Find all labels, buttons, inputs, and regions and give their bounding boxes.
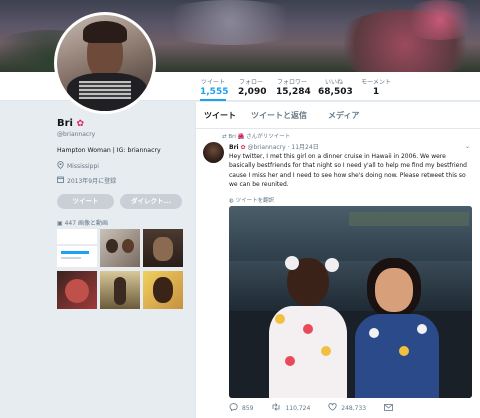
heart-icon (328, 403, 337, 413)
profile-handle[interactable]: @briannacry (57, 131, 187, 138)
reply-action[interactable]: 859 (229, 403, 253, 413)
media-header[interactable]: ▣ 447 画像と動画 (57, 218, 108, 227)
tweet-text: Hey twitter, I met this girl on a dinner… (229, 153, 467, 189)
tab-tweets[interactable]: ツイート (204, 110, 236, 121)
tweet-to-button[interactable]: ツイート (57, 194, 114, 209)
media-thumb[interactable] (100, 229, 140, 267)
stat-value: 15,284 (276, 87, 311, 97)
media-thumb[interactable] (143, 271, 183, 309)
reply-count: 859 (242, 404, 254, 412)
stat-moments[interactable]: モーメント 1 (360, 77, 392, 97)
tweet-date[interactable]: · 11月24日 (288, 144, 319, 151)
tweet-author-name[interactable]: Bri (229, 144, 239, 151)
calendar-icon (57, 176, 64, 185)
joined-text: 2013年9月に登録 (67, 178, 117, 185)
like-action[interactable]: 248,733 (328, 403, 366, 413)
profile-avatar[interactable] (54, 12, 156, 114)
stat-value: 2,090 (238, 87, 267, 97)
tweet-actions: 859 110,724 248,733 (229, 403, 411, 413)
flower-icon: ✿ (76, 119, 85, 129)
stat-label: モーメント (361, 79, 391, 86)
media-thumb[interactable] (57, 229, 97, 267)
globe-icon: ◍ (229, 198, 234, 204)
retweet-action[interactable]: 110,724 (271, 403, 310, 413)
tweet-author-handle[interactable]: @briannacry (247, 144, 285, 151)
translate-tweet-link[interactable]: ◍ ツイートを翻訳 (229, 196, 274, 204)
direct-message-button[interactable]: ダイレクト... (120, 194, 182, 209)
timeline-panel: ツイート ツイートと返信 メディア ⇄ Bri 🌺 さんがリツイート Bri ✿… (195, 102, 480, 418)
stat-following[interactable]: フォロー 2,090 (238, 77, 267, 97)
timeline-tabs: ツイート ツイートと返信 メディア (196, 102, 480, 129)
retweet-context-text: Bri 🌺 さんがリツイート (228, 134, 291, 140)
profile-name: Bri ✿ (57, 118, 187, 129)
stat-value: 1,555 (200, 87, 229, 97)
profile-joined: 2013年9月に登録 (57, 176, 187, 185)
location-text: Mississippi (67, 162, 99, 170)
retweet-small-icon: ⇄ (222, 134, 227, 140)
stat-label: ツイート (200, 79, 225, 86)
translate-text: ツイートを翻訳 (235, 198, 275, 204)
location-pin-icon (57, 161, 64, 171)
stat-value: 68,503 (318, 87, 353, 97)
media-thumb[interactable] (143, 229, 183, 267)
retweet-icon (271, 403, 281, 413)
image-icon: ▣ (57, 220, 63, 227)
chevron-down-icon[interactable]: ⌄ (465, 143, 470, 150)
tab-media[interactable]: メディア (328, 110, 359, 121)
stat-likes[interactable]: いいね 68,503 (318, 77, 353, 97)
retweet-context: ⇄ Bri 🌺 さんがリツイート (222, 132, 290, 140)
stat-label: いいね (324, 79, 343, 86)
media-thumb[interactable] (100, 271, 140, 309)
tweet-author-avatar[interactable] (203, 142, 224, 163)
stat-tweets[interactable]: ツイート 1,555 (200, 77, 229, 101)
stat-label: フォロー (238, 79, 263, 86)
flower-icon: ✿ (240, 144, 246, 151)
message-action[interactable] (384, 403, 393, 413)
envelope-icon (384, 403, 393, 413)
stat-followers[interactable]: フォロワー 15,284 (276, 77, 311, 97)
profile-name-text: Bri (57, 118, 73, 129)
tweet-photo[interactable] (229, 206, 472, 398)
reply-icon (229, 403, 238, 413)
tab-tweets-and-replies[interactable]: ツイートと返信 (251, 110, 307, 121)
stat-value: 1 (372, 87, 380, 97)
tweet-header: Bri ✿ @briannacry · 11月24日 (229, 142, 319, 151)
profile-location: Mississippi (57, 161, 187, 171)
profile-bio: Hampton Woman | IG: briannacry (57, 147, 161, 154)
media-count-text: 447 画像と動画 (64, 220, 108, 227)
like-count: 248,733 (341, 404, 367, 412)
media-thumb[interactable] (57, 271, 97, 309)
retweet-count: 110,724 (285, 404, 311, 412)
stat-label: フォロワー (276, 79, 307, 86)
profile-card: Bri ✿ @briannacry Hampton Woman | IG: br… (57, 118, 187, 185)
